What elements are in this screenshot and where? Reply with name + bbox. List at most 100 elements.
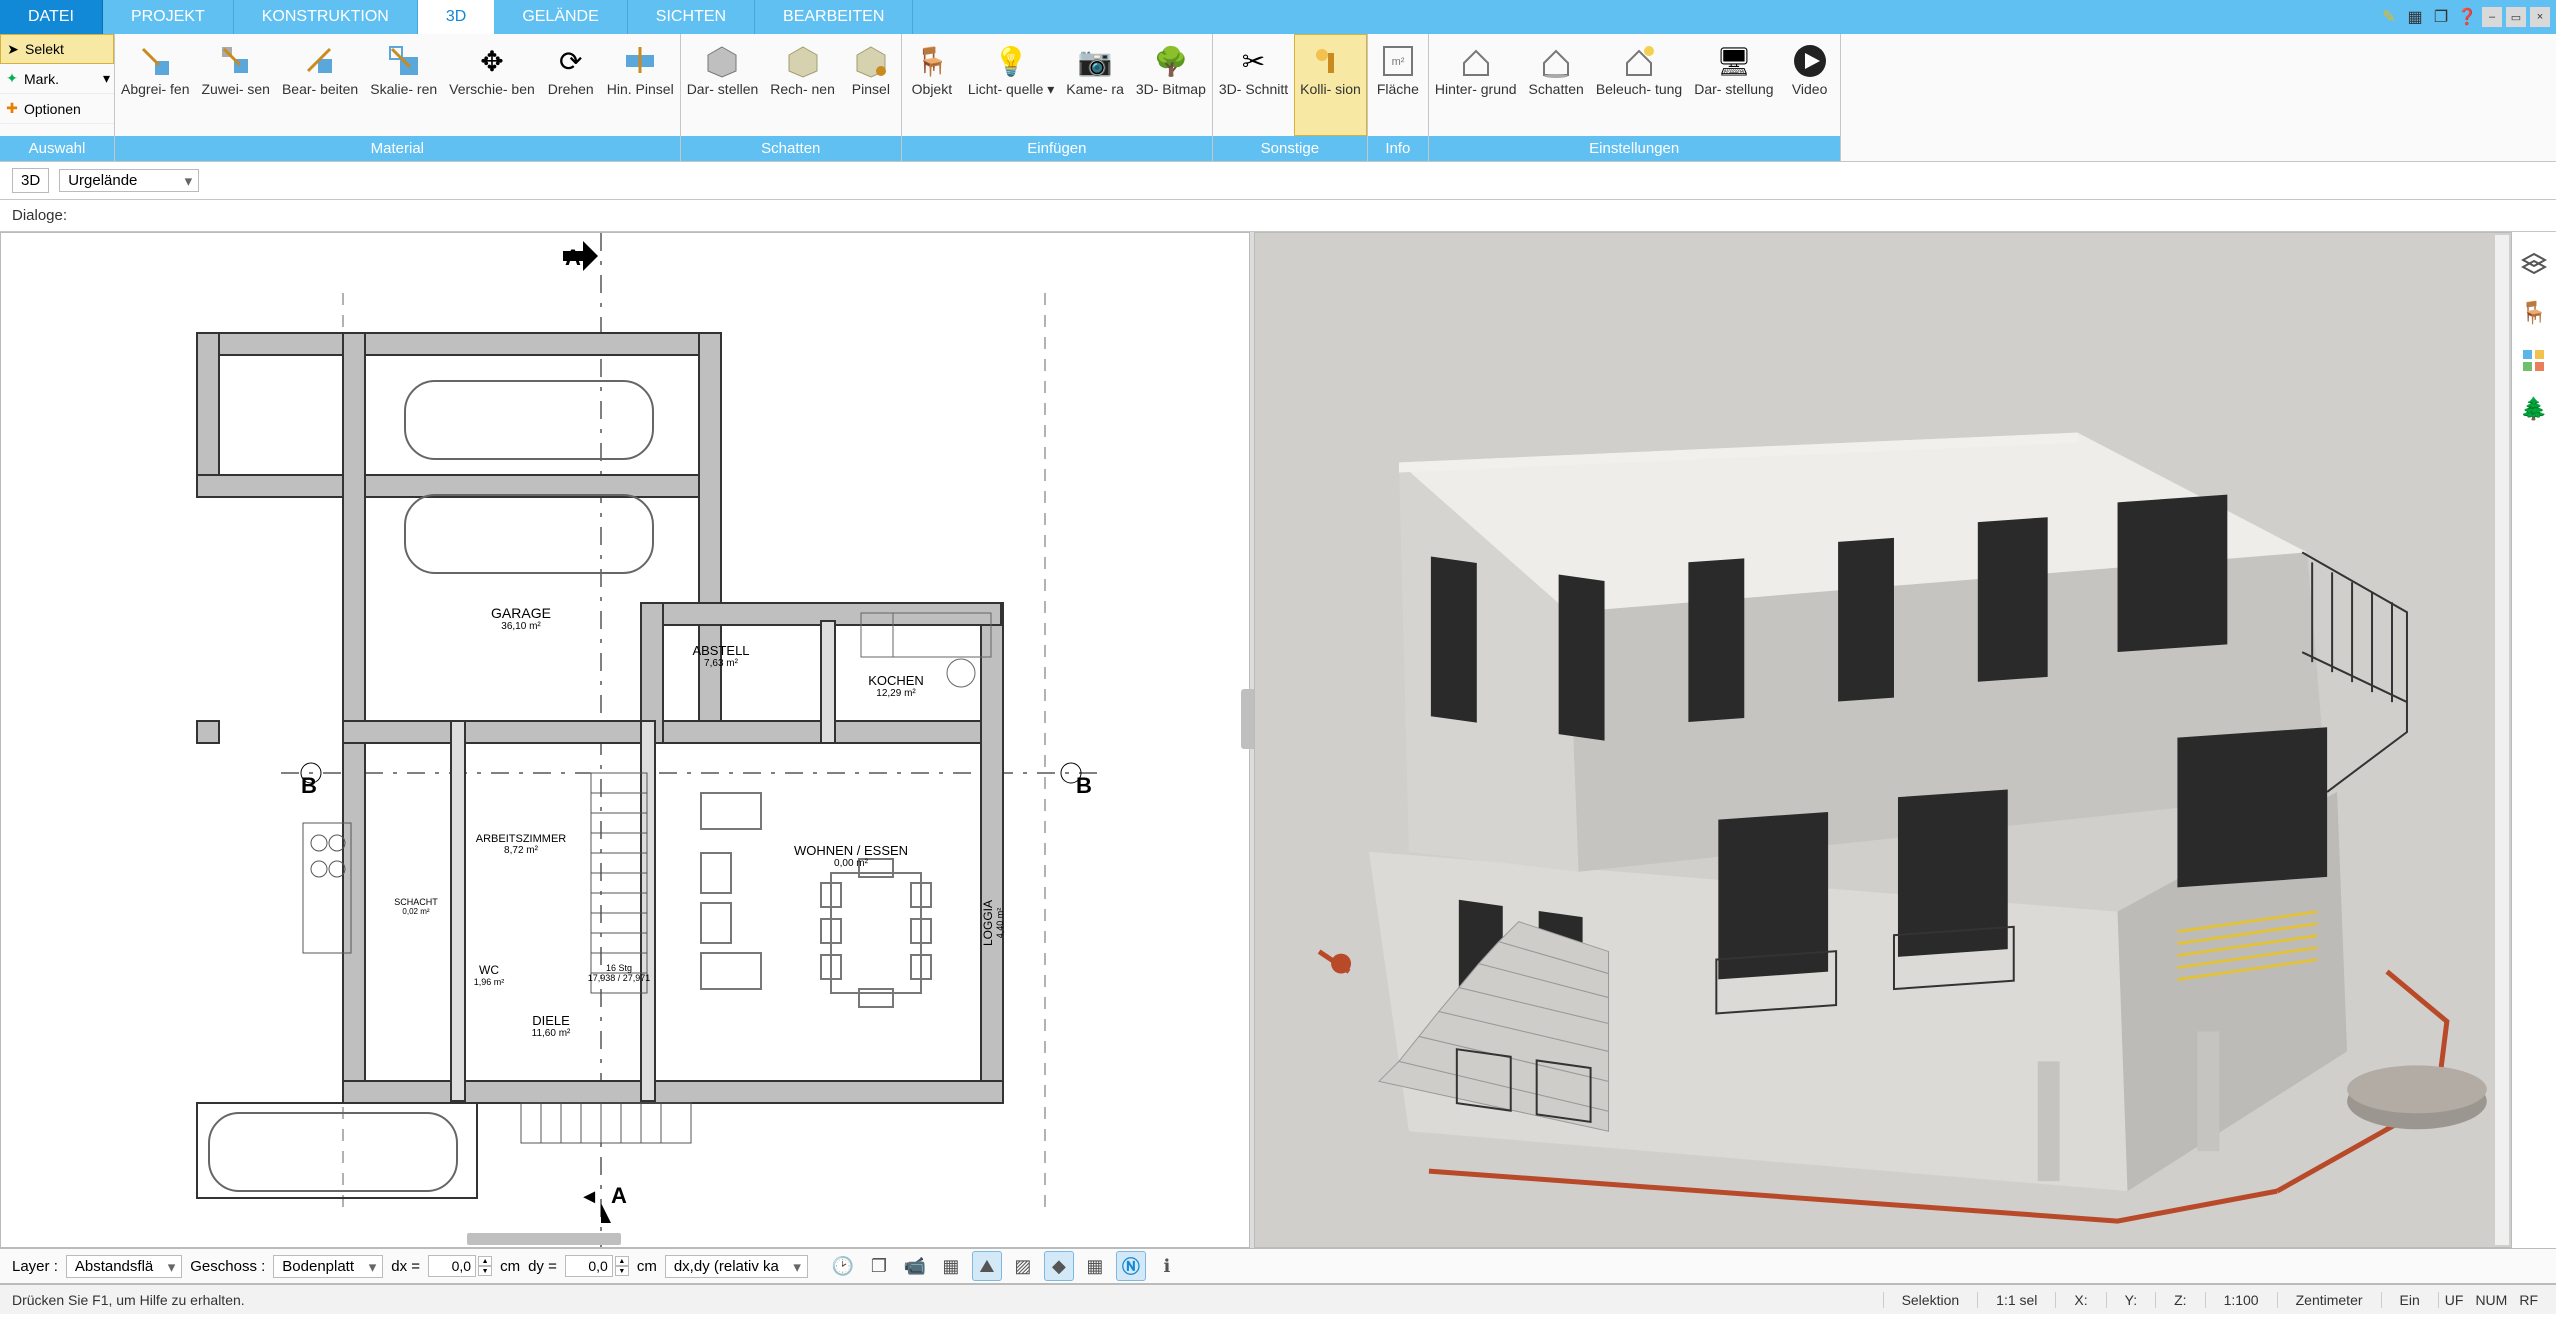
room-arbeitszimmer: ARBEITSZIMMER8,72 m² [476,833,566,856]
geschoss-combo[interactable]: Bodenplatt [273,1255,383,1278]
video-button[interactable]: Video [1780,34,1840,136]
area-icon: m² [1379,42,1417,80]
menu-konstruktion[interactable]: KONSTRUKTION [234,0,418,34]
svg-text:m²: m² [1391,56,1404,68]
vertical-scrollbar[interactable] [2495,235,2509,1245]
window-controls: ✎ ▦ ❐ ❓ – ▭ × [2372,0,2556,34]
layer-combo[interactable]: Abstandsflä [66,1255,182,1278]
zuweisen-button[interactable]: Zuwei- sen [195,34,275,136]
copy-icon[interactable]: ❐ [2430,6,2452,28]
status-rf: RF [2513,1292,2544,1308]
options-label: Optionen [24,101,81,117]
furniture-tool-icon[interactable]: 🪑 [2519,298,2549,328]
svg-text:A: A [565,245,581,270]
group-material-label: Material [115,136,680,161]
group-schatten-label: Schatten [681,136,901,161]
darstellung-button[interactable]: 🖥Dar- stellung [1688,34,1779,136]
verschieben-button[interactable]: ✥Verschie- ben [443,34,541,136]
tool-icon[interactable]: ✎ [2378,6,2400,28]
collision-icon [1311,42,1349,80]
tree-icon: 🌳 [1152,42,1190,80]
hintergrund-button[interactable]: Hinter- grund [1429,34,1523,136]
layer-label: Layer : [12,1258,58,1275]
darstellen-button[interactable]: Dar- stellen [681,34,765,136]
menu-sichten[interactable]: SICHTEN [628,0,755,34]
n-icon[interactable]: Ⓝ [1116,1251,1146,1281]
floor-plan-pane[interactable]: ◄ B B [0,232,1250,1248]
copy2-icon[interactable]: ❐ [864,1251,894,1281]
camera2-icon[interactable]: 📹 [900,1251,930,1281]
mountain-icon[interactable]: ⛰ [972,1251,1002,1281]
help-icon[interactable]: ❓ [2456,6,2478,28]
scissors-icon: ✂ [1235,42,1273,80]
svg-text:B: B [1076,773,1092,798]
dy-field[interactable]: ▲▼ [565,1255,629,1277]
restore-button[interactable]: ▭ [2506,7,2526,27]
brush-edit-icon [301,42,339,80]
grid-icon[interactable]: ▦ [1080,1251,1110,1281]
wireframe-icon[interactable]: ▨ [1008,1251,1038,1281]
rechnen-button[interactable]: Rech- nen [764,34,841,136]
layers-tool-icon[interactable] [2519,250,2549,280]
beleuchtung-button[interactable]: Beleuch- tung [1590,34,1688,136]
brush-pick-icon [136,42,174,80]
ribbon-group-einfuegen: 🪑Objekt 💡Licht- quelle ▾ 📷Kame- ra 🌳3D- … [902,34,1213,161]
palette-tool-icon[interactable] [2519,346,2549,376]
drehen-button[interactable]: ⟳Drehen [541,34,601,136]
kollision-button[interactable]: Kolli- sion [1294,34,1367,136]
bearbeiten-button[interactable]: Bear- beiten [276,34,364,136]
menu-3d[interactable]: 3D [418,0,494,34]
minimize-button[interactable]: – [2482,7,2502,27]
tiles-icon[interactable]: ▦ [936,1251,966,1281]
menu-datei[interactable]: DATEI [0,0,103,34]
close-button[interactable]: × [2530,7,2550,27]
flaeche-button[interactable]: m²Fläche [1368,34,1428,136]
terrain-combo[interactable]: Urgelände [59,169,199,192]
select-label: Selekt [25,41,64,57]
select-button[interactable]: ➤Selekt [0,34,114,64]
3d-bitmap-button[interactable]: 🌳3D- Bitmap [1130,34,1212,136]
clock-icon[interactable]: 🕑 [828,1251,858,1281]
secondary-bar: 3D Urgelände [0,162,2556,200]
status-num: NUM [2469,1292,2513,1308]
options-button[interactable]: ✚Optionen [0,94,114,124]
kamera-button[interactable]: 📷Kame- ra [1060,34,1130,136]
menu-gelaende[interactable]: GELÄNDE [494,0,627,34]
pinsel-button[interactable]: Pinsel [841,34,901,136]
bottom-icon-group: 🕑 ❐ 📹 ▦ ⛰ ▨ ◆ ▦ Ⓝ ℹ [828,1251,1182,1281]
skalieren-button[interactable]: Skalie- ren [364,34,443,136]
lichtquelle-button[interactable]: 💡Licht- quelle ▾ [962,34,1060,136]
group-einfuegen-label: Einfügen [902,136,1212,161]
3d-view-pane[interactable] [1254,232,2512,1248]
view-mode-3d[interactable]: 3D [12,168,49,193]
info-icon[interactable]: ℹ [1152,1251,1182,1281]
dx-label: dx = [391,1258,420,1275]
status-sel-ratio: 1:1 sel [1977,1292,2055,1308]
dx-field[interactable]: ▲▼ [428,1255,492,1277]
status-uf: UF [2438,1292,2470,1308]
status-help: Drücken Sie F1, um Hilfe zu erhalten. [12,1292,245,1308]
group-sonstige-label: Sonstige [1213,136,1367,161]
ribbon-side-auswahl: ➤Selekt ✦Mark.▾ ✚Optionen Auswahl [0,34,115,161]
ribbon-group-einstellungen: Hinter- grund Schatten Beleuch- tung 🖥Da… [1429,34,1841,161]
cursor-icon: ➤ [5,41,21,57]
room-wohnen: WOHNEN / ESSEN0,00 m² [794,843,908,869]
mark-button[interactable]: ✦Mark.▾ [0,64,114,94]
dy-unit: cm [637,1258,657,1275]
horizontal-scrollbar[interactable] [467,1233,621,1245]
menu-bearbeiten[interactable]: BEARBEITEN [755,0,913,34]
cube3-icon [852,42,890,80]
objekt-button[interactable]: 🪑Objekt [902,34,962,136]
hin-pinsel-button[interactable]: Hin. Pinsel [601,34,680,136]
plane-icon[interactable]: ◆ [1044,1251,1074,1281]
3d-schnitt-button[interactable]: ✂3D- Schnitt [1213,34,1294,136]
ribbon-group-material: Abgrei- fen Zuwei- sen Bear- beiten Skal… [115,34,681,161]
relative-combo[interactable]: dx,dy (relativ ka [665,1255,808,1278]
3d-view-svg [1255,233,2511,1247]
abgreifen-button[interactable]: Abgrei- fen [115,34,195,136]
tree-tool-icon[interactable]: 🌲 [2519,394,2549,424]
schatten-settings-button[interactable]: Schatten [1523,34,1590,136]
menu-projekt[interactable]: PROJEKT [103,0,234,34]
layers-icon[interactable]: ▦ [2404,6,2426,28]
dy-label: dy = [528,1258,557,1275]
